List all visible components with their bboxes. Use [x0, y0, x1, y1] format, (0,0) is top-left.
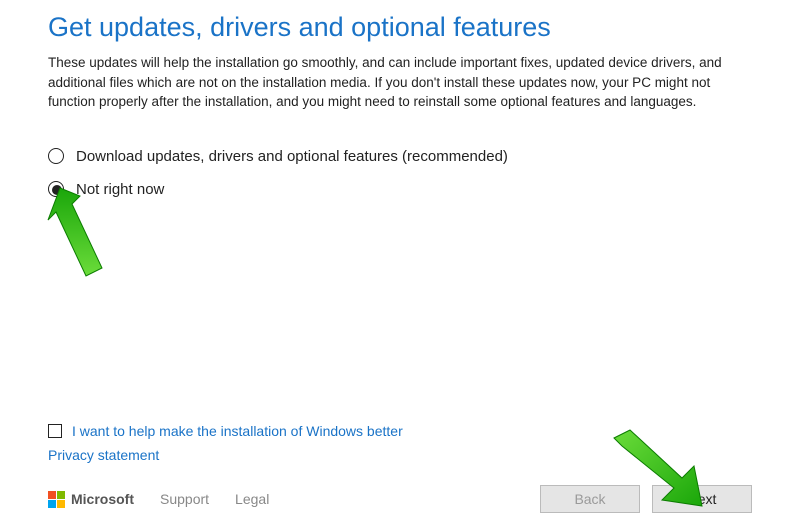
radio-not-right-now[interactable]: Not right now	[48, 181, 752, 198]
help-improve-checkbox[interactable]	[48, 424, 62, 438]
radio-download-updates[interactable]: Download updates, drivers and optional f…	[48, 148, 752, 165]
next-button[interactable]: Next	[652, 485, 752, 513]
page-title: Get updates, drivers and optional featur…	[48, 12, 752, 43]
radio-not-now-label: Not right now	[76, 181, 164, 198]
microsoft-logo-icon	[48, 491, 65, 508]
radio-icon	[48, 181, 64, 197]
legal-link[interactable]: Legal	[235, 491, 269, 507]
support-link[interactable]: Support	[160, 491, 209, 507]
annotation-arrow-icon	[28, 182, 118, 292]
page-description: These updates will help the installation…	[48, 53, 752, 112]
back-button: Back	[540, 485, 640, 513]
help-improve-label[interactable]: I want to help make the installation of …	[72, 423, 403, 439]
radio-download-label: Download updates, drivers and optional f…	[76, 148, 508, 165]
privacy-statement-link[interactable]: Privacy statement	[48, 447, 752, 463]
microsoft-brand-label: Microsoft	[71, 491, 134, 507]
radio-icon	[48, 148, 64, 164]
microsoft-logo: Microsoft	[48, 491, 134, 508]
